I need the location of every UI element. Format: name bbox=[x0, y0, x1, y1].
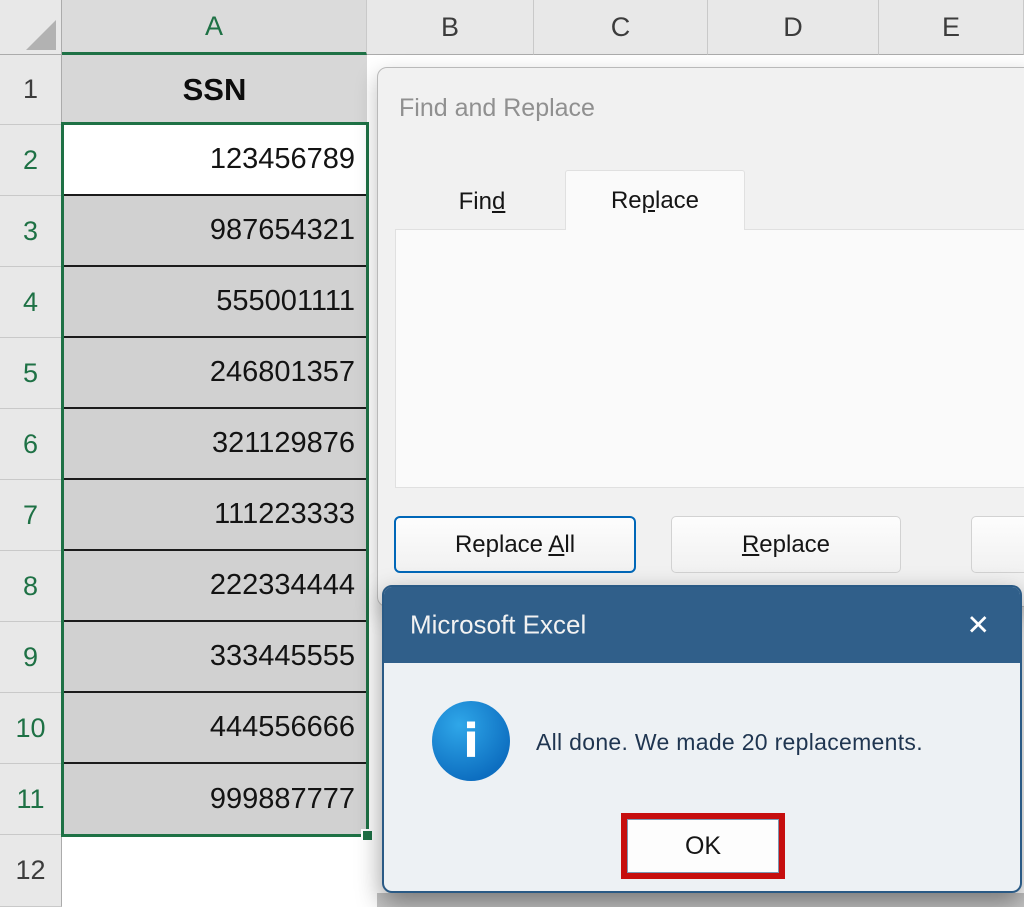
row-header-3[interactable]: 3 bbox=[0, 196, 62, 267]
close-icon[interactable]: ✕ bbox=[967, 609, 990, 642]
message-title: Microsoft Excel bbox=[410, 610, 586, 641]
row-header-7[interactable]: 7 bbox=[0, 480, 62, 551]
row-header-5[interactable]: 5 bbox=[0, 338, 62, 409]
cell-a9[interactable]: 333445555 bbox=[62, 622, 367, 693]
tab-find[interactable]: Find bbox=[399, 174, 565, 230]
select-all-triangle-icon bbox=[26, 20, 56, 50]
column-header-a[interactable]: A bbox=[62, 0, 367, 55]
cell-a1[interactable]: SSN bbox=[62, 55, 367, 125]
cell-a2[interactable]: 123456789 bbox=[62, 125, 367, 196]
row-header-9[interactable]: 9 bbox=[0, 622, 62, 693]
cell-a6[interactable]: 321129876 bbox=[62, 409, 367, 480]
window-edge bbox=[377, 893, 1024, 907]
row-header-11[interactable]: 11 bbox=[0, 764, 62, 835]
row-header-6[interactable]: 6 bbox=[0, 409, 62, 480]
cell-a4[interactable]: 555001111 bbox=[62, 267, 367, 338]
row-header-10[interactable]: 10 bbox=[0, 693, 62, 764]
cell-a3[interactable]: 987654321 bbox=[62, 196, 367, 267]
row-header-4[interactable]: 4 bbox=[0, 267, 62, 338]
cell-a10[interactable]: 444556666 bbox=[62, 693, 367, 764]
message-title-bar: Microsoft Excel ✕ bbox=[384, 587, 1020, 663]
replace-button[interactable]: Replace bbox=[671, 516, 901, 573]
dialog-title: Find and Replace bbox=[399, 94, 595, 123]
fill-handle[interactable] bbox=[361, 829, 374, 842]
row-header-8[interactable]: 8 bbox=[0, 551, 62, 622]
cell-a7[interactable]: 111223333 bbox=[62, 480, 367, 551]
row-header-1[interactable]: 1 bbox=[0, 55, 62, 125]
partial-button[interactable] bbox=[971, 516, 1024, 573]
row-header-12[interactable]: 12 bbox=[0, 835, 62, 907]
info-icon: i bbox=[432, 701, 510, 781]
column-header-c[interactable]: C bbox=[534, 0, 708, 55]
row-header-2[interactable]: 2 bbox=[0, 125, 62, 196]
cell-a11[interactable]: 999887777 bbox=[62, 764, 367, 835]
excel-message-dialog: Microsoft Excel ✕ i All done. We made 20… bbox=[382, 585, 1022, 893]
cell-a8[interactable]: 222334444 bbox=[62, 551, 367, 622]
select-all-corner[interactable] bbox=[0, 0, 62, 55]
replace-tab-panel bbox=[395, 229, 1024, 488]
excel-window: A B C D E 1 2 3 4 5 6 7 8 9 10 11 12 SSN… bbox=[0, 0, 1024, 907]
annotation-rectangle: OK bbox=[621, 813, 785, 879]
column-header-e[interactable]: E bbox=[879, 0, 1024, 55]
cell-a5[interactable]: 246801357 bbox=[62, 338, 367, 409]
column-header-b[interactable]: B bbox=[367, 0, 534, 55]
message-text: All done. We made 20 replacements. bbox=[536, 729, 1006, 756]
column-header-d[interactable]: D bbox=[708, 0, 879, 55]
find-replace-dialog: Find and Replace Find Replace Find what:… bbox=[377, 67, 1024, 607]
ok-button[interactable]: OK bbox=[627, 819, 779, 873]
tab-replace[interactable]: Replace bbox=[565, 170, 745, 230]
replace-all-button[interactable]: Replace All bbox=[394, 516, 636, 573]
